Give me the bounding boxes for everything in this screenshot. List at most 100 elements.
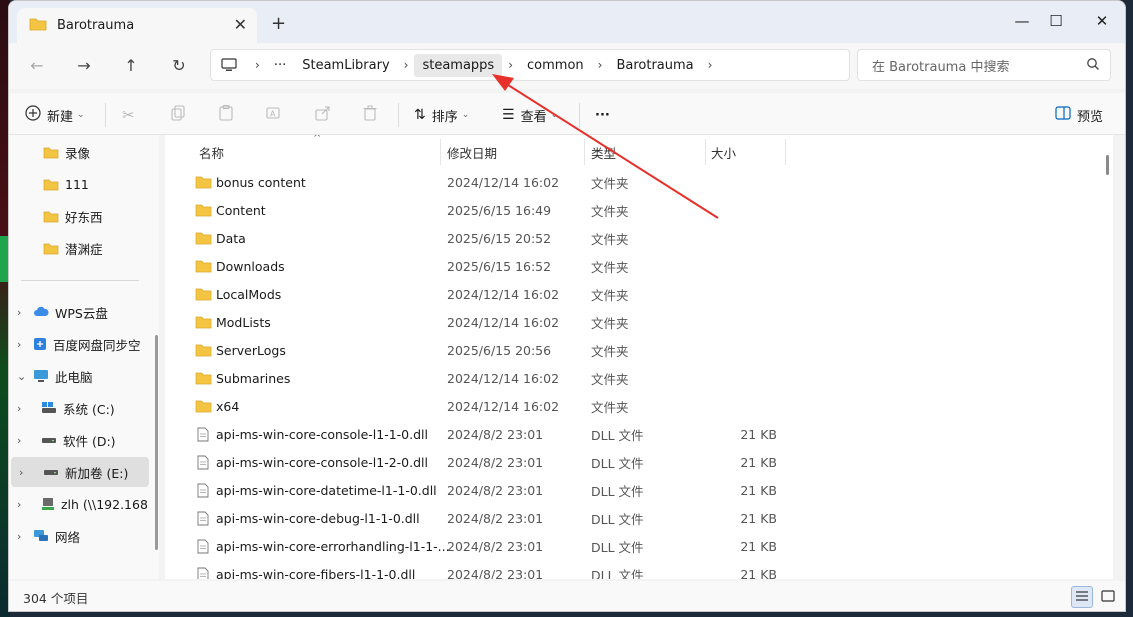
status-bar: 304 个项目 (9, 581, 1125, 611)
table-row[interactable]: Content 2025/6/15 16:49 文件夹 (183, 196, 803, 224)
preview-button[interactable]: 预览 (1055, 103, 1103, 127)
column-divider[interactable] (785, 139, 786, 165)
table-row[interactable]: api-ms-win-core-fibers-l1-1-0.dll 2024/8/… (183, 560, 803, 579)
table-row[interactable]: Downloads 2025/6/15 16:52 文件夹 (183, 252, 803, 280)
paste-button[interactable] (219, 103, 233, 127)
file-date: 2024/12/14 16:02 (447, 398, 560, 414)
table-row[interactable]: api-ms-win-core-console-l1-2-0.dll 2024/8… (183, 448, 803, 476)
sidebar-item[interactable]: 潜渊症 (9, 233, 151, 263)
table-row[interactable]: ServerLogs 2025/6/15 20:56 文件夹 (183, 336, 803, 364)
table-row[interactable]: api-ms-win-core-errorhandling-l1-1-... 20… (183, 532, 803, 560)
table-row[interactable]: Data 2025/6/15 20:52 文件夹 (183, 224, 803, 252)
chevron-right-icon[interactable]: › (249, 58, 266, 72)
sidebar-item[interactable]: 111 (9, 169, 151, 199)
file-type: DLL 文件 (591, 511, 644, 527)
address-bar[interactable]: › ··· SteamLibrary › steamapps › common … (210, 49, 850, 81)
chevron-down-icon[interactable]: ⌄ (17, 370, 33, 383)
table-row[interactable]: api-ms-win-core-datetime-l1-1-0.dll 2024/… (183, 476, 803, 504)
refresh-button[interactable]: ↻ (165, 53, 193, 77)
network-drive-icon (41, 497, 55, 511)
file-date: 2024/8/2 23:01 (447, 510, 544, 526)
breadcrumb-more[interactable]: ··· (266, 54, 294, 77)
new-tab-button[interactable]: + (271, 13, 286, 34)
sidebar-item[interactable]: › zlh (\\192.168 (9, 489, 151, 519)
sidebar-item[interactable]: › WPS云盘 (9, 297, 151, 327)
chevron-right-icon[interactable]: › (17, 338, 33, 351)
column-divider[interactable] (705, 139, 706, 165)
view-button[interactable]: ☰ 查看 ⌄ (502, 103, 558, 127)
copy-button[interactable] (171, 103, 185, 127)
sidebar-item[interactable]: ⌄ 此电脑 (9, 361, 151, 391)
column-header-size[interactable]: 大小 (711, 139, 736, 165)
delete-button[interactable] (363, 103, 377, 127)
column-header-type[interactable]: 类型 (591, 139, 616, 165)
details-view-button[interactable] (1071, 586, 1093, 608)
chevron-right-icon[interactable]: › (17, 402, 41, 415)
item-count: 304 个项目 (23, 590, 89, 606)
chevron-right-icon[interactable]: › (17, 306, 33, 319)
column-divider[interactable] (440, 139, 441, 165)
chevron-right-icon[interactable]: › (17, 434, 41, 447)
folder-icon (195, 287, 212, 301)
chevron-right-icon[interactable]: › (592, 58, 609, 72)
table-row[interactable]: api-ms-win-core-console-l1-1-0.dll 2024/8… (183, 420, 803, 448)
file-list: 名称 ^ 修改日期 类型 大小 bonus content 2024/12/14 … (165, 135, 1113, 579)
tab-barotrauma[interactable]: Barotrauma ✕ (17, 8, 257, 43)
chevron-right-icon[interactable]: › (502, 58, 519, 72)
file-name: x64 (216, 398, 240, 414)
sidebar-item[interactable]: › 百度网盘同步空 (9, 329, 151, 359)
rename-button[interactable]: A (266, 103, 282, 127)
close-tab-icon[interactable]: ✕ (234, 15, 247, 34)
column-divider[interactable] (584, 139, 585, 165)
chevron-right-icon[interactable]: › (398, 58, 415, 72)
table-row[interactable]: Submarines 2024/12/14 16:02 文件夹 (183, 364, 803, 392)
breadcrumb-steamapps[interactable]: steamapps (414, 53, 503, 77)
search-input[interactable]: 在 Barotrauma 中搜索 (857, 49, 1111, 81)
chevron-right-icon[interactable]: › (19, 466, 43, 479)
chevron-right-icon[interactable]: › (702, 58, 719, 72)
scrollbar[interactable] (1106, 155, 1109, 175)
sidebar-item[interactable]: 录像 (9, 137, 151, 167)
table-row[interactable]: x64 2024/12/14 16:02 文件夹 (183, 392, 803, 420)
back-button[interactable]: ← (23, 53, 51, 77)
column-header-name[interactable]: 名称 (199, 139, 224, 165)
chevron-right-icon[interactable]: › (17, 498, 41, 511)
sidebar-item[interactable]: › 系统 (C:) (9, 393, 151, 423)
sidebar-item[interactable]: › 新加卷 (E:) (11, 457, 149, 487)
file-name-cell: Data (195, 231, 246, 246)
file-name: LocalMods (216, 286, 282, 302)
file-name: Content (216, 202, 266, 218)
sort-button[interactable]: ⇅ 排序 ⌄ (414, 103, 469, 127)
folder-icon (195, 343, 212, 357)
sidebar-item[interactable]: › 软件 (D:) (9, 425, 151, 455)
sidebar-item-label: 软件 (D:) (63, 433, 116, 449)
table-row[interactable]: LocalMods 2024/12/14 16:02 文件夹 (183, 280, 803, 308)
column-header-date[interactable]: 修改日期 (447, 139, 497, 165)
details-view-icon (1075, 590, 1089, 605)
new-button[interactable]: 新建 ⌄ (25, 103, 85, 127)
table-row[interactable]: api-ms-win-core-debug-l1-1-0.dll 2024/8/2… (183, 504, 803, 532)
more-options-button[interactable]: ··· (595, 103, 610, 127)
table-row[interactable]: bonus content 2024/12/14 16:02 文件夹 (183, 168, 803, 196)
close-window-button[interactable]: ✕ (1079, 7, 1125, 35)
scrollbar[interactable] (155, 335, 158, 550)
table-row[interactable]: ModLists 2024/12/14 16:02 文件夹 (183, 308, 803, 336)
sidebar-item[interactable]: › 网络 (9, 521, 151, 551)
up-button[interactable]: ↑ (117, 53, 145, 77)
chevron-right-icon[interactable]: › (17, 530, 33, 543)
sidebar-item-label: zlh (\\192.168 (61, 496, 148, 512)
breadcrumb-common[interactable]: common (519, 54, 592, 77)
sidebar-item[interactable]: 好东西 (9, 201, 151, 231)
folder-icon (43, 146, 59, 159)
cut-button[interactable]: ✂ (122, 103, 135, 127)
share-button[interactable] (315, 103, 331, 127)
file-date: 2025/6/15 20:56 (447, 342, 552, 358)
sidebar-item-label: WPS云盘 (55, 305, 108, 321)
breadcrumb-barotrauma[interactable]: Barotrauma (608, 54, 701, 77)
tiles-view-button[interactable] (1097, 586, 1119, 608)
file-name: Data (216, 230, 246, 246)
forward-button[interactable]: → (70, 53, 98, 77)
maximize-button[interactable]: ☐ (1033, 7, 1079, 35)
breadcrumb-steamlibrary[interactable]: SteamLibrary (294, 54, 397, 77)
file-name: api-ms-win-core-console-l1-1-0.dll (216, 426, 428, 442)
